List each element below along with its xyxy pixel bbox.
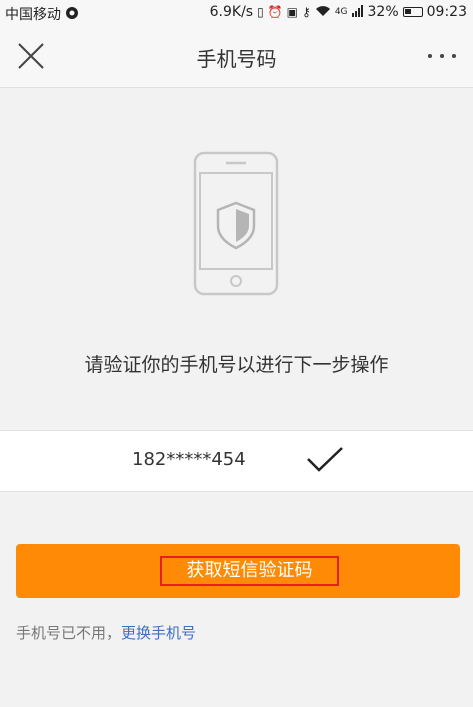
vibrate-icon: ▯ bbox=[257, 5, 264, 19]
battery-percent: 32% bbox=[367, 4, 399, 20]
more-button[interactable] bbox=[425, 41, 459, 71]
more-dots-icon bbox=[428, 54, 456, 58]
phone-shield-icon bbox=[193, 151, 279, 296]
network-speed: 6.9K/s bbox=[209, 4, 254, 20]
battery-icon bbox=[402, 7, 423, 17]
wifi-icon bbox=[315, 5, 331, 20]
footer-hint: 手机号已不用，更换手机号 bbox=[16, 622, 196, 643]
get-sms-code-label: 获取短信验证码 bbox=[160, 556, 339, 586]
nav-bar: 手机号码 bbox=[0, 25, 473, 88]
carrier-label: 中国移动 bbox=[5, 7, 61, 23]
phone-number: 182*****454 bbox=[132, 449, 246, 470]
phone-number-row[interactable]: 182*****454 bbox=[0, 430, 473, 492]
key-icon: ⚷ bbox=[302, 5, 311, 19]
page-title: 手机号码 bbox=[196, 47, 277, 71]
check-icon bbox=[307, 447, 343, 472]
alarm-icon: ⏰ bbox=[267, 5, 283, 19]
signal-icon bbox=[351, 4, 364, 20]
verification-prompt: 请验证你的手机号以进行下一步操作 bbox=[84, 354, 389, 376]
change-phone-link[interactable]: 更换手机号 bbox=[121, 624, 196, 642]
footer-static-text: 手机号已不用， bbox=[16, 624, 122, 642]
status-bar: 中国移动 6.9K/s ▯ ⏰ ▣ ⚷ 4G 32% 09:23 bbox=[0, 0, 473, 25]
signal-type: 4G bbox=[334, 7, 348, 17]
get-sms-code-button[interactable]: 获取短信验证码 bbox=[16, 544, 460, 598]
hd-icon: ▣ bbox=[286, 5, 299, 19]
clock: 09:23 bbox=[426, 4, 467, 20]
app-notification-icon bbox=[65, 6, 79, 23]
